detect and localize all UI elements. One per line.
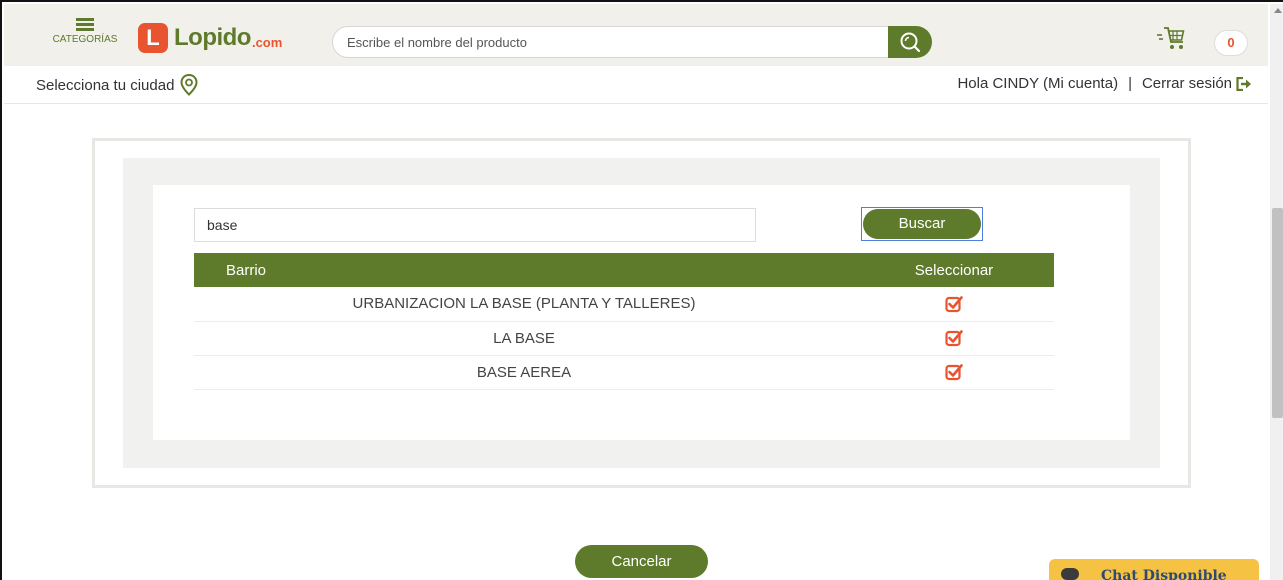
scroll-up-arrow-icon[interactable] (1274, 8, 1282, 13)
categories-label: CATEGORÍAS (52, 34, 118, 45)
product-search-button[interactable] (888, 26, 932, 58)
site-logo[interactable]: L Lopido .com (138, 23, 282, 53)
scrollbar-thumb[interactable] (1272, 208, 1283, 418)
categories-menu-button[interactable]: CATEGORÍAS (40, 18, 130, 45)
logo-mark: L (138, 23, 168, 53)
cart-count-badge[interactable]: 0 (1214, 30, 1248, 56)
search-neighborhood-button[interactable]: Buscar (863, 209, 981, 239)
table-header-row: Barrio Seleccionar (194, 253, 1054, 287)
table-row[interactable]: LA BASE (194, 321, 1054, 356)
table-row[interactable]: URBANIZACION LA BASE (PLANTA Y TALLERES) (194, 287, 1054, 322)
product-search-input[interactable] (332, 26, 890, 58)
chat-widget-button[interactable]: Chat Disponible (1049, 559, 1259, 580)
search-icon (900, 32, 921, 53)
select-checkbox-icon[interactable] (945, 295, 963, 313)
cancel-button[interactable]: Cancelar (575, 545, 708, 578)
column-header-select: Seleccionar (854, 253, 1054, 287)
logo-suffix: .com (251, 34, 283, 50)
location-pin-icon (180, 74, 198, 96)
hamburger-icon (76, 18, 94, 32)
account-separator: | (1128, 75, 1132, 92)
neighborhood-name: LA BASE (194, 321, 854, 356)
column-header-barrio: Barrio (194, 253, 854, 287)
browser-viewport: CATEGORÍAS L Lopido .com Escribe el nomb… (0, 0, 1283, 580)
logout-icon (1236, 76, 1251, 91)
neighborhood-search-input[interactable] (194, 208, 756, 242)
neighborhood-name: BASE AEREA (194, 355, 854, 390)
logout-label: Cerrar sesión (1141, 75, 1232, 92)
chat-label: Chat Disponible (1101, 568, 1227, 580)
my-account-link[interactable]: Hola CINDY (Mi cuenta) (957, 75, 1118, 92)
top-header: CATEGORÍAS L Lopido .com Escribe el nomb… (4, 4, 1268, 66)
select-checkbox-icon[interactable] (945, 363, 963, 381)
city-selector[interactable]: Selecciona tu ciudad (36, 74, 198, 96)
chat-bubble-icon (1061, 568, 1079, 580)
logo-text: Lopido (174, 24, 251, 51)
sub-header: Selecciona tu ciudad Hola CINDY (Mi cuen… (4, 66, 1268, 104)
table-row[interactable]: BASE AEREA (194, 355, 1054, 390)
search-button-focus-ring: Buscar (861, 207, 983, 241)
logout-link[interactable]: Cerrar sesión (1142, 75, 1252, 92)
cart-icon[interactable] (1156, 24, 1186, 52)
neighborhood-table: Barrio Seleccionar URBANIZACION LA BASE … (194, 253, 1054, 390)
select-checkbox-icon[interactable] (945, 329, 963, 347)
product-search (332, 26, 932, 58)
page-scrollbar[interactable] (1270, 4, 1283, 580)
account-area: Hola CINDY (Mi cuenta) | Cerrar sesión (957, 75, 1252, 92)
neighborhood-name: URBANIZACION LA BASE (PLANTA Y TALLERES) (194, 287, 854, 322)
city-selector-label: Selecciona tu ciudad (36, 76, 175, 94)
